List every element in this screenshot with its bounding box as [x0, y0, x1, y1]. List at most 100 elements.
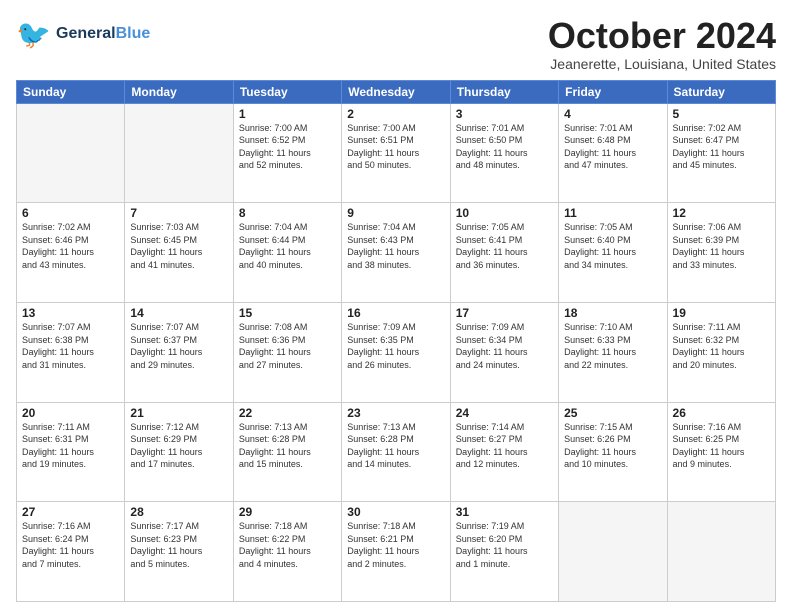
weekday-header-friday: Friday — [559, 80, 667, 103]
calendar-cell: 4Sunrise: 7:01 AM Sunset: 6:48 PM Daylig… — [559, 103, 667, 203]
day-number: 4 — [564, 107, 661, 121]
calendar-cell: 29Sunrise: 7:18 AM Sunset: 6:22 PM Dayli… — [233, 502, 341, 602]
week-row-3: 13Sunrise: 7:07 AM Sunset: 6:38 PM Dayli… — [17, 302, 776, 402]
day-info: Sunrise: 7:00 AM Sunset: 6:51 PM Dayligh… — [347, 122, 444, 172]
day-number: 20 — [22, 406, 119, 420]
calendar-cell: 15Sunrise: 7:08 AM Sunset: 6:36 PM Dayli… — [233, 302, 341, 402]
day-number: 31 — [456, 505, 553, 519]
day-number: 28 — [130, 505, 227, 519]
day-number: 8 — [239, 206, 336, 220]
day-number: 15 — [239, 306, 336, 320]
calendar-cell: 19Sunrise: 7:11 AM Sunset: 6:32 PM Dayli… — [667, 302, 775, 402]
day-number: 26 — [673, 406, 770, 420]
logo-general: General — [56, 25, 116, 42]
day-number: 24 — [456, 406, 553, 420]
title-section: October 2024 Jeanerette, Louisiana, Unit… — [548, 16, 776, 72]
logo-bird-icon: 🐦 — [16, 16, 52, 52]
weekday-header-sunday: Sunday — [17, 80, 125, 103]
svg-text:🐦: 🐦 — [16, 19, 51, 50]
day-number: 22 — [239, 406, 336, 420]
day-info: Sunrise: 7:13 AM Sunset: 6:28 PM Dayligh… — [239, 421, 336, 471]
day-number: 1 — [239, 107, 336, 121]
calendar-cell — [559, 502, 667, 602]
day-number: 3 — [456, 107, 553, 121]
week-row-1: 1Sunrise: 7:00 AM Sunset: 6:52 PM Daylig… — [17, 103, 776, 203]
calendar-cell — [125, 103, 233, 203]
day-number: 30 — [347, 505, 444, 519]
day-number: 18 — [564, 306, 661, 320]
header: 🐦 GeneralBlue October 2024 Jeanerette, L… — [16, 16, 776, 72]
calendar-cell: 17Sunrise: 7:09 AM Sunset: 6:34 PM Dayli… — [450, 302, 558, 402]
calendar-table: SundayMondayTuesdayWednesdayThursdayFrid… — [16, 80, 776, 602]
calendar-cell: 2Sunrise: 7:00 AM Sunset: 6:51 PM Daylig… — [342, 103, 450, 203]
calendar-cell: 31Sunrise: 7:19 AM Sunset: 6:20 PM Dayli… — [450, 502, 558, 602]
calendar-cell: 3Sunrise: 7:01 AM Sunset: 6:50 PM Daylig… — [450, 103, 558, 203]
calendar-cell: 22Sunrise: 7:13 AM Sunset: 6:28 PM Dayli… — [233, 402, 341, 502]
week-row-4: 20Sunrise: 7:11 AM Sunset: 6:31 PM Dayli… — [17, 402, 776, 502]
day-info: Sunrise: 7:15 AM Sunset: 6:26 PM Dayligh… — [564, 421, 661, 471]
day-number: 9 — [347, 206, 444, 220]
day-info: Sunrise: 7:07 AM Sunset: 6:37 PM Dayligh… — [130, 321, 227, 371]
day-number: 5 — [673, 107, 770, 121]
calendar-cell — [667, 502, 775, 602]
calendar-cell: 6Sunrise: 7:02 AM Sunset: 6:46 PM Daylig… — [17, 203, 125, 303]
day-number: 25 — [564, 406, 661, 420]
calendar-cell: 23Sunrise: 7:13 AM Sunset: 6:28 PM Dayli… — [342, 402, 450, 502]
day-number: 27 — [22, 505, 119, 519]
logo-blue: Blue — [116, 25, 151, 42]
page: 🐦 GeneralBlue October 2024 Jeanerette, L… — [0, 0, 792, 612]
calendar-cell — [17, 103, 125, 203]
calendar-cell: 26Sunrise: 7:16 AM Sunset: 6:25 PM Dayli… — [667, 402, 775, 502]
day-info: Sunrise: 7:09 AM Sunset: 6:35 PM Dayligh… — [347, 321, 444, 371]
day-info: Sunrise: 7:17 AM Sunset: 6:23 PM Dayligh… — [130, 520, 227, 570]
day-number: 2 — [347, 107, 444, 121]
calendar-cell: 10Sunrise: 7:05 AM Sunset: 6:41 PM Dayli… — [450, 203, 558, 303]
day-number: 13 — [22, 306, 119, 320]
day-info: Sunrise: 7:01 AM Sunset: 6:48 PM Dayligh… — [564, 122, 661, 172]
day-info: Sunrise: 7:04 AM Sunset: 6:44 PM Dayligh… — [239, 221, 336, 271]
day-info: Sunrise: 7:02 AM Sunset: 6:47 PM Dayligh… — [673, 122, 770, 172]
day-info: Sunrise: 7:10 AM Sunset: 6:33 PM Dayligh… — [564, 321, 661, 371]
calendar-cell: 18Sunrise: 7:10 AM Sunset: 6:33 PM Dayli… — [559, 302, 667, 402]
day-info: Sunrise: 7:05 AM Sunset: 6:40 PM Dayligh… — [564, 221, 661, 271]
weekday-header-saturday: Saturday — [667, 80, 775, 103]
calendar-cell: 7Sunrise: 7:03 AM Sunset: 6:45 PM Daylig… — [125, 203, 233, 303]
calendar-cell: 30Sunrise: 7:18 AM Sunset: 6:21 PM Dayli… — [342, 502, 450, 602]
day-number: 21 — [130, 406, 227, 420]
day-info: Sunrise: 7:03 AM Sunset: 6:45 PM Dayligh… — [130, 221, 227, 271]
day-number: 23 — [347, 406, 444, 420]
day-number: 29 — [239, 505, 336, 519]
day-info: Sunrise: 7:16 AM Sunset: 6:24 PM Dayligh… — [22, 520, 119, 570]
day-info: Sunrise: 7:14 AM Sunset: 6:27 PM Dayligh… — [456, 421, 553, 471]
location: Jeanerette, Louisiana, United States — [548, 56, 776, 72]
day-info: Sunrise: 7:01 AM Sunset: 6:50 PM Dayligh… — [456, 122, 553, 172]
day-info: Sunrise: 7:18 AM Sunset: 6:22 PM Dayligh… — [239, 520, 336, 570]
day-info: Sunrise: 7:08 AM Sunset: 6:36 PM Dayligh… — [239, 321, 336, 371]
calendar-cell: 24Sunrise: 7:14 AM Sunset: 6:27 PM Dayli… — [450, 402, 558, 502]
calendar-cell: 13Sunrise: 7:07 AM Sunset: 6:38 PM Dayli… — [17, 302, 125, 402]
calendar-cell: 9Sunrise: 7:04 AM Sunset: 6:43 PM Daylig… — [342, 203, 450, 303]
day-number: 14 — [130, 306, 227, 320]
day-info: Sunrise: 7:04 AM Sunset: 6:43 PM Dayligh… — [347, 221, 444, 271]
day-info: Sunrise: 7:13 AM Sunset: 6:28 PM Dayligh… — [347, 421, 444, 471]
day-info: Sunrise: 7:02 AM Sunset: 6:46 PM Dayligh… — [22, 221, 119, 271]
calendar-cell: 16Sunrise: 7:09 AM Sunset: 6:35 PM Dayli… — [342, 302, 450, 402]
day-number: 12 — [673, 206, 770, 220]
calendar-cell: 27Sunrise: 7:16 AM Sunset: 6:24 PM Dayli… — [17, 502, 125, 602]
day-info: Sunrise: 7:16 AM Sunset: 6:25 PM Dayligh… — [673, 421, 770, 471]
calendar-cell: 20Sunrise: 7:11 AM Sunset: 6:31 PM Dayli… — [17, 402, 125, 502]
day-info: Sunrise: 7:11 AM Sunset: 6:31 PM Dayligh… — [22, 421, 119, 471]
weekday-header-wednesday: Wednesday — [342, 80, 450, 103]
week-row-5: 27Sunrise: 7:16 AM Sunset: 6:24 PM Dayli… — [17, 502, 776, 602]
calendar-cell: 12Sunrise: 7:06 AM Sunset: 6:39 PM Dayli… — [667, 203, 775, 303]
calendar-cell: 8Sunrise: 7:04 AM Sunset: 6:44 PM Daylig… — [233, 203, 341, 303]
calendar-cell: 25Sunrise: 7:15 AM Sunset: 6:26 PM Dayli… — [559, 402, 667, 502]
day-info: Sunrise: 7:07 AM Sunset: 6:38 PM Dayligh… — [22, 321, 119, 371]
calendar-cell: 21Sunrise: 7:12 AM Sunset: 6:29 PM Dayli… — [125, 402, 233, 502]
weekday-header-thursday: Thursday — [450, 80, 558, 103]
day-number: 6 — [22, 206, 119, 220]
day-info: Sunrise: 7:06 AM Sunset: 6:39 PM Dayligh… — [673, 221, 770, 271]
day-number: 7 — [130, 206, 227, 220]
day-number: 16 — [347, 306, 444, 320]
day-number: 19 — [673, 306, 770, 320]
